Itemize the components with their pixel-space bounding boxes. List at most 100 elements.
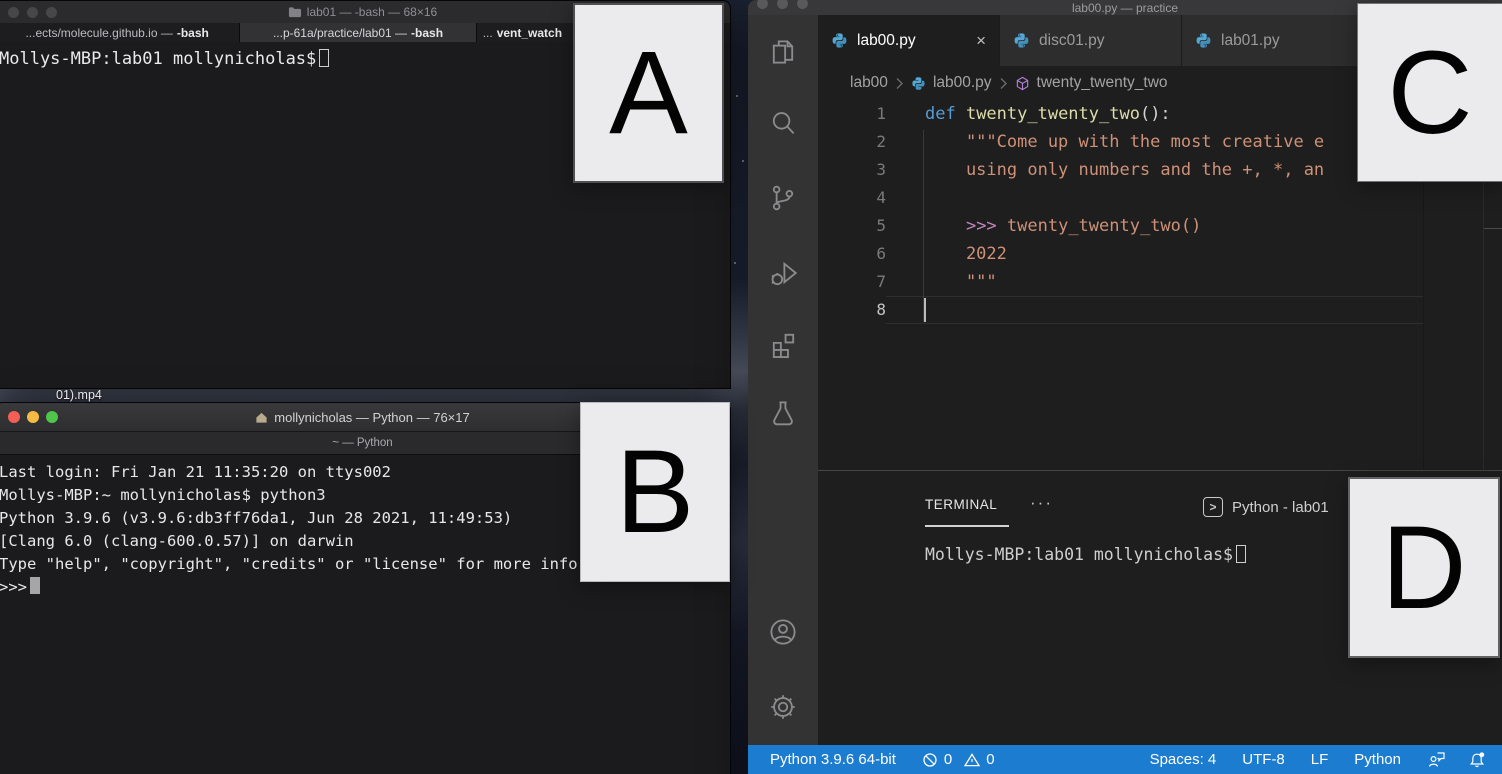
tab-lab01[interactable]: lab01.py — [1182, 15, 1364, 66]
integrated-terminal-content[interactable]: Mollys-MBP:lab01 mollynicholas$ — [925, 543, 1246, 567]
problems-status[interactable]: 0 0 — [922, 751, 995, 768]
python-file-icon — [1195, 32, 1212, 49]
notifications-bell-icon[interactable] — [1468, 751, 1486, 769]
code-line[interactable]: 4 — [818, 184, 1502, 212]
search-icon[interactable] — [766, 106, 800, 140]
active-tab-underline — [925, 525, 1009, 527]
encoding-status[interactable]: UTF-8 — [1242, 751, 1285, 768]
code-line[interactable]: 8 — [818, 296, 1502, 324]
symbol-method-icon — [1015, 76, 1030, 91]
chevron-right-icon — [999, 77, 1008, 90]
terminal-panel-tab[interactable]: TERMINAL — [925, 497, 997, 512]
line-number: 2 — [818, 128, 886, 156]
terminal-cursor — [30, 577, 40, 594]
line-number: 6 — [818, 240, 886, 268]
code-text: """ — [886, 268, 997, 296]
line-number: 7 — [818, 268, 886, 296]
tab-label: lab00.py — [857, 32, 916, 50]
window-title: lab00.py — practice — [1072, 1, 1178, 15]
python-file-icon — [1013, 32, 1030, 49]
indent-guide — [923, 130, 924, 322]
line-number: 8 — [818, 296, 886, 324]
zoom-button[interactable] — [46, 7, 57, 18]
code-line[interactable]: 6 2022 — [818, 240, 1502, 268]
breadcrumb-symbol[interactable]: twenty_twenty_two — [1037, 74, 1168, 92]
desktop-file-label[interactable]: 01).mp4 — [56, 388, 102, 402]
code-text: >>> twenty_twenty_two() — [886, 212, 1201, 240]
eol-status[interactable]: LF — [1311, 751, 1329, 768]
label-box-c: C — [1357, 3, 1502, 182]
close-button[interactable] — [757, 0, 768, 9]
label-box-d: D — [1348, 477, 1500, 658]
zoom-button[interactable] — [46, 411, 58, 423]
warning-count: 0 — [986, 751, 994, 768]
python-interpreter-status[interactable]: Python 3.9.6 64-bit — [770, 751, 896, 768]
code-text: using only numbers and the +, *, an — [886, 156, 1324, 184]
testing-icon[interactable] — [766, 396, 800, 430]
more-actions-icon[interactable]: ··· — [1030, 493, 1053, 513]
close-button[interactable] — [8, 7, 19, 18]
shell-prompt: Mollys-MBP:lab01 mollynicholas$ — [925, 545, 1233, 564]
scrollbar-tick — [1484, 228, 1502, 229]
settings-gear-icon[interactable] — [766, 690, 800, 724]
terminal-tab-active[interactable]: ...p-61a/practice/lab01 — -bash — [240, 23, 476, 42]
code-text: """Come up with the most creative e — [886, 128, 1324, 156]
code-text: 2022 — [886, 240, 1007, 268]
traffic-lights[interactable] — [8, 7, 57, 18]
traffic-lights[interactable] — [8, 411, 58, 423]
minimize-button[interactable] — [777, 0, 788, 9]
source-control-icon[interactable] — [766, 181, 800, 215]
terminal-tab[interactable]: ...ects/molecule.github.io — -bash — [0, 23, 240, 42]
close-icon[interactable]: × — [976, 31, 986, 51]
terminal-session-icon: > — [1203, 497, 1223, 517]
error-count: 0 — [944, 751, 952, 768]
wallpaper-star — [742, 160, 744, 162]
shell-prompt: Mollys-MBP:lab01 mollynicholas$ — [0, 49, 316, 69]
line-number: 3 — [818, 156, 886, 184]
language-mode-status[interactable]: Python — [1354, 751, 1401, 768]
wallpaper-star — [734, 262, 736, 264]
tab-shell: -bash — [177, 26, 209, 40]
breadcrumb-file[interactable]: lab00.py — [933, 74, 992, 92]
code-text — [886, 296, 925, 324]
tab-path: ...ects/molecule.github.io — — [25, 26, 172, 40]
code-line[interactable]: 5 >>> twenty_twenty_two() — [818, 212, 1502, 240]
terminal-cursor — [319, 49, 329, 67]
code-line[interactable]: 7 """ — [818, 268, 1502, 296]
wallpaper-star — [736, 95, 738, 97]
line-number: 4 — [818, 184, 886, 212]
minimize-button[interactable] — [27, 411, 39, 423]
tab-shell: vent_watch — [497, 26, 562, 40]
terminal-session-label[interactable]: Python - lab01 — [1232, 499, 1329, 516]
window-title: lab01 — -bash — 68×16 — [307, 5, 437, 19]
text-caret — [924, 298, 926, 322]
home-proxy-icon — [255, 411, 268, 424]
extensions-icon[interactable] — [766, 328, 800, 362]
tab-disc01[interactable]: disc01.py — [1000, 15, 1182, 66]
python-prompt: >>> — [0, 578, 27, 596]
chevron-right-icon — [895, 77, 904, 90]
window-title: mollynicholas — Python — 76×17 — [274, 410, 469, 425]
indentation-status[interactable]: Spaces: 4 — [1150, 751, 1217, 768]
tab-path: ... — [483, 26, 493, 40]
minimize-button[interactable] — [27, 7, 38, 18]
accounts-icon[interactable] — [766, 615, 800, 649]
tab-lab00[interactable]: lab00.py × — [818, 15, 1000, 66]
run-and-debug-icon[interactable] — [766, 256, 800, 290]
breadcrumb-folder[interactable]: lab00 — [850, 74, 888, 92]
traffic-lights[interactable] — [757, 0, 808, 9]
feedback-icon[interactable] — [1427, 751, 1446, 768]
terminal-tab-title: ~ — Python — [332, 437, 392, 449]
warning-icon — [964, 752, 980, 768]
python-file-icon — [831, 32, 848, 49]
label-box-a: A — [573, 3, 724, 183]
zoom-button[interactable] — [797, 0, 808, 9]
tab-shell: -bash — [411, 26, 443, 40]
error-icon — [922, 752, 938, 768]
explorer-icon[interactable] — [766, 35, 800, 69]
label-letter: C — [1387, 34, 1472, 152]
label-letter: B — [616, 433, 695, 551]
line-number: 1 — [818, 100, 886, 128]
code-text — [886, 184, 925, 212]
close-button[interactable] — [8, 411, 20, 423]
